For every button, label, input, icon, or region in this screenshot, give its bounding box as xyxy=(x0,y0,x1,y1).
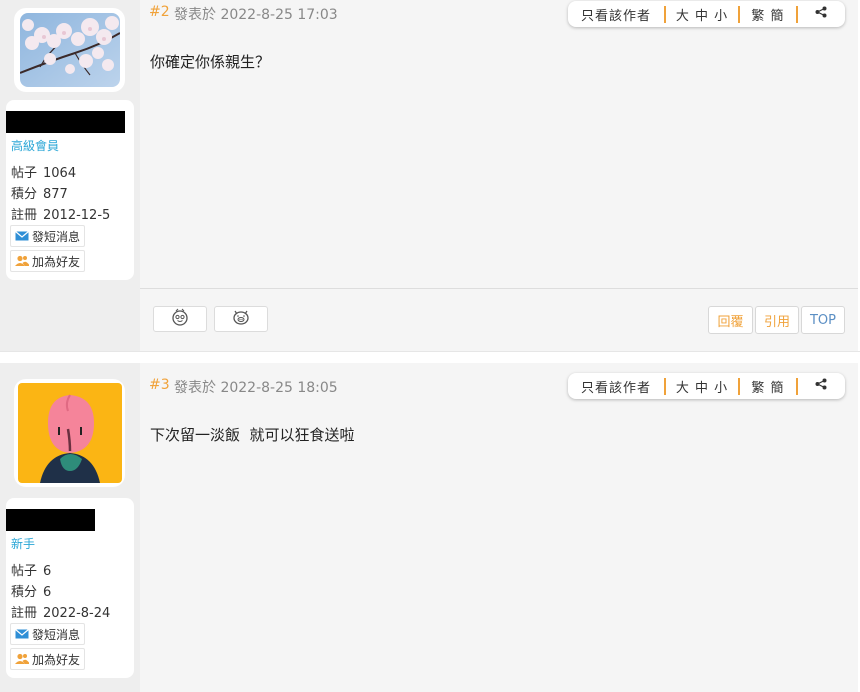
post-body: #3 發表於 2022-8-25 18:05 只看該作者 大 中 小 繁 簡 下… xyxy=(140,363,858,692)
envelope-icon xyxy=(15,230,29,242)
send-message-label: 發短消息 xyxy=(32,229,81,244)
post-3: 新手 帖子 6 積分 6 註冊 2022-8-24 發短消息 加為好友 #3 發… xyxy=(0,363,860,692)
post-count: 帖子 6 xyxy=(11,560,51,579)
share-icon xyxy=(815,378,827,394)
stat-label: 註冊 xyxy=(11,208,38,223)
add-friend-button[interactable]: 加為好友 xyxy=(10,648,86,670)
post-number[interactable]: #2 xyxy=(149,4,170,20)
quote-button[interactable]: 引用 xyxy=(755,306,799,334)
pig-face-icon xyxy=(231,308,251,330)
convert-script-button[interactable]: 繁 簡 xyxy=(740,1,796,27)
share-button[interactable] xyxy=(798,1,843,27)
avatar[interactable] xyxy=(14,379,125,487)
post-body: #2 發表於 2022-8-25 17:03 只看該作者 大 中 小 繁 簡 你… xyxy=(140,0,858,351)
post-content: 你確定你係親生？ xyxy=(150,53,271,71)
author-sidebar: 高級會員 帖子 1064 積分 877 註冊 2012-12-5 發短消息 加為好友 xyxy=(0,0,140,351)
author-info-card: 新手 帖子 6 積分 6 註冊 2022-8-24 發短消息 加為好友 xyxy=(6,498,134,678)
send-message-button[interactable]: 發短消息 xyxy=(10,225,86,247)
like-reaction-button[interactable] xyxy=(153,306,207,332)
register-date: 註冊 2022-8-24 xyxy=(11,602,110,621)
share-icon xyxy=(815,6,827,22)
envelope-icon xyxy=(15,628,29,640)
points: 積分 877 xyxy=(11,183,68,202)
stat-value: 1064 xyxy=(43,166,77,181)
username-redacted[interactable] xyxy=(6,509,95,531)
avatar-image-peach-character xyxy=(17,383,122,483)
post-separator xyxy=(0,351,860,363)
convert-script-button[interactable]: 繁 簡 xyxy=(740,373,796,399)
stat-label: 積分 xyxy=(11,187,38,202)
avatar[interactable] xyxy=(14,8,125,92)
stat-value: 6 xyxy=(43,564,52,579)
stat-value: 2022-8-24 xyxy=(43,606,111,621)
post-toolbar: 只看該作者 大 中 小 繁 簡 xyxy=(568,373,845,399)
post-number[interactable]: #3 xyxy=(149,377,170,393)
add-friend-label: 加為好友 xyxy=(32,254,81,269)
stat-label: 帖子 xyxy=(11,564,38,579)
author-sidebar: 新手 帖子 6 積分 6 註冊 2022-8-24 發短消息 加為好友 xyxy=(0,363,140,692)
top-button[interactable]: TOP xyxy=(801,306,845,334)
avatar-image-cherry-blossom xyxy=(19,13,120,87)
register-date: 註冊 2012-12-5 xyxy=(11,204,110,223)
user-rank[interactable]: 新手 xyxy=(11,535,35,552)
stat-label: 積分 xyxy=(11,585,38,600)
add-friend-button[interactable]: 加為好友 xyxy=(10,250,86,272)
user-rank[interactable]: 高級會員 xyxy=(11,137,59,154)
smile-face-icon xyxy=(170,308,190,330)
users-icon xyxy=(15,653,29,665)
font-size-button[interactable]: 大 中 小 xyxy=(666,1,738,27)
stat-value: 6 xyxy=(43,585,52,600)
post-count: 帖子 1064 xyxy=(11,162,76,181)
author-info-card: 高級會員 帖子 1064 積分 877 註冊 2012-12-5 發短消息 加為好友 xyxy=(6,100,134,280)
points: 積分 6 xyxy=(11,581,51,600)
stat-value: 877 xyxy=(43,187,68,202)
dislike-reaction-button[interactable] xyxy=(214,306,268,332)
add-friend-label: 加為好友 xyxy=(32,652,81,667)
send-message-button[interactable]: 發短消息 xyxy=(10,623,86,645)
post-footer-divider xyxy=(140,288,858,289)
post-date: 發表於 2022-8-25 18:05 xyxy=(174,380,338,396)
post-toolbar: 只看該作者 大 中 小 繁 簡 xyxy=(568,1,845,27)
share-button[interactable] xyxy=(798,373,843,399)
post-content: 下次留一淡飯 就可以狂食送啦 xyxy=(150,426,355,444)
post-2: 高級會員 帖子 1064 積分 877 註冊 2012-12-5 發短消息 加為好友 xyxy=(0,0,860,351)
reply-button[interactable]: 回覆 xyxy=(708,306,753,334)
username-redacted[interactable] xyxy=(6,111,125,133)
author-only-button[interactable]: 只看該作者 xyxy=(568,1,664,27)
users-icon xyxy=(15,255,29,267)
post-date: 發表於 2022-8-25 17:03 xyxy=(174,7,338,23)
author-only-button[interactable]: 只看該作者 xyxy=(568,373,664,399)
stat-label: 帖子 xyxy=(11,166,38,181)
font-size-button[interactable]: 大 中 小 xyxy=(666,373,738,399)
stat-label: 註冊 xyxy=(11,606,38,621)
send-message-label: 發短消息 xyxy=(32,627,81,642)
stat-value: 2012-12-5 xyxy=(43,208,111,223)
